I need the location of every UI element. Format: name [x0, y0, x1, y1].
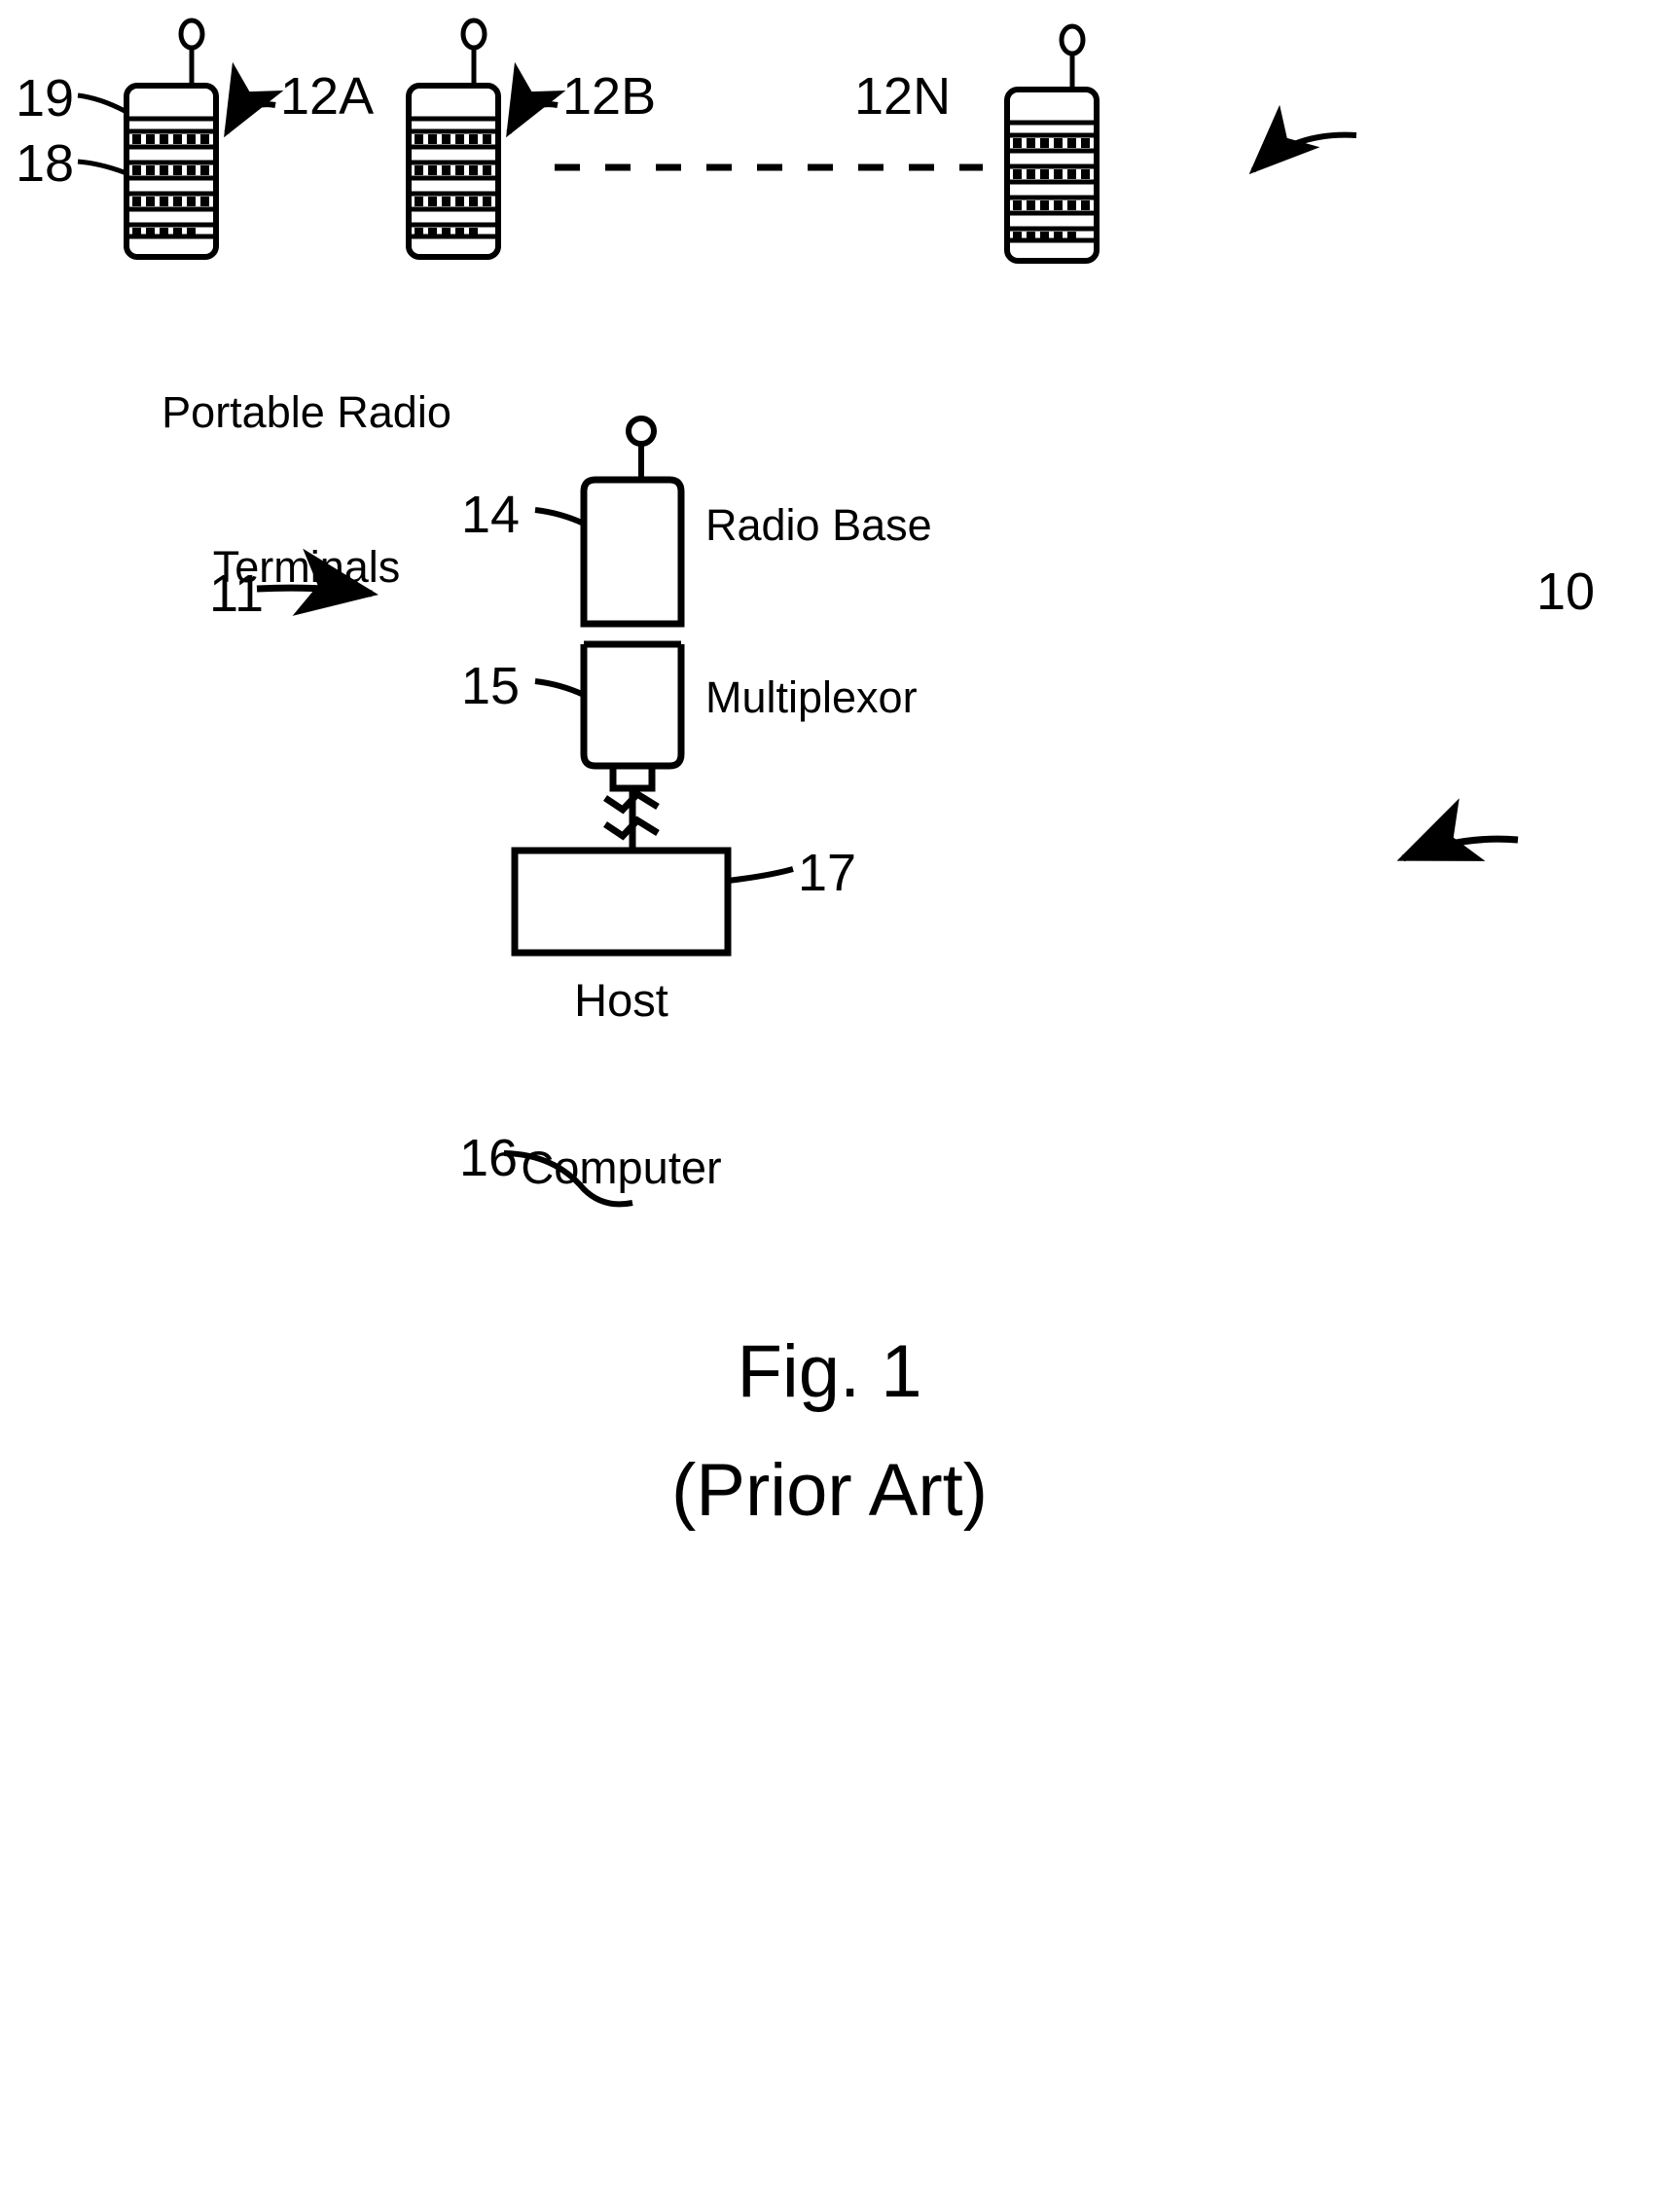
leader-line-14: [534, 507, 586, 526]
ref-numeral-14: 14: [461, 486, 521, 544]
leader-arrow-10: [1396, 798, 1519, 862]
ref-numeral-18: 18: [16, 134, 75, 193]
ref-numeral-10: 10: [1536, 562, 1596, 621]
terminals-caption-line-2: Terminals: [212, 542, 401, 593]
terminal-12a-antenna-icon: [178, 18, 205, 88]
radio-base-label: Radio Base: [705, 500, 932, 550]
figure-subtitle: (Prior Art): [670, 1449, 989, 1532]
ref-numeral-17: 17: [798, 844, 857, 902]
leader-line-18: [77, 159, 127, 176]
leader-line-15: [534, 678, 586, 698]
terminal-12n-antenna-icon: [1059, 23, 1086, 91]
ref-numeral-12b: 12B: [562, 67, 657, 126]
terminals-group-caption: Portable Radio Terminals: [102, 283, 511, 697]
portable-radio-terminal-12n: [1004, 23, 1357, 264]
multiplexor-connector: [609, 762, 656, 792]
patent-figure-page: 19 18 12A 12B 12N Portable Radio Termina…: [0, 0, 1659, 2212]
ref-numeral-15: 15: [461, 657, 521, 715]
multiplexor-label: Multiplexor: [705, 672, 918, 722]
ref-numeral-12a: 12A: [280, 67, 375, 126]
figure-title: Fig. 1: [737, 1330, 922, 1413]
leader-arrow-12n: [1248, 104, 1357, 175]
terminals-caption-line-1: Portable Radio: [162, 387, 451, 438]
radio-base-antenna-icon: [626, 416, 657, 481]
terminal-12b-antenna-icon: [460, 18, 487, 88]
host-computer-label-line-1: Host: [574, 973, 668, 1026]
multiplexor-unit: [580, 644, 685, 770]
portable-radio-terminal-12b: [406, 18, 566, 260]
leader-arrow-12b: [506, 61, 566, 138]
ref-numeral-19: 19: [16, 69, 75, 127]
ref-numeral-16: 16: [459, 1129, 519, 1187]
ref-numeral-11: 11: [209, 564, 265, 623]
leader-line-17: [727, 866, 794, 884]
host-computer-label: Host Computer: [515, 860, 728, 1307]
terminal-12b-keypad: [409, 128, 498, 239]
host-computer-label-line-2: Computer: [521, 1141, 722, 1193]
leader-arrow-12a: [224, 61, 284, 138]
terminal-12n-keypad: [1007, 132, 1097, 243]
portable-radio-terminal-12a: [77, 18, 284, 260]
radio-base-unit: [580, 476, 685, 628]
ref-numeral-12n: 12N: [854, 67, 952, 126]
terminal-12a-keypad: [126, 128, 216, 239]
leader-line-19: [77, 92, 128, 115]
